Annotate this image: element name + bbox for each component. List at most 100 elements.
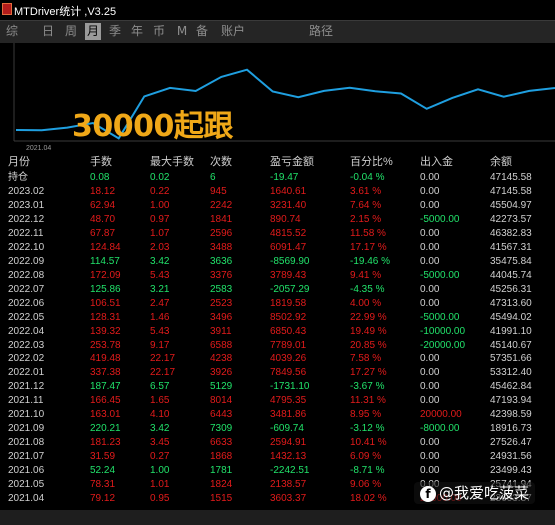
table-row[interactable]: 2022.11 67.87 1.07 2596 4815.52 11.58 % 0.00 46… xyxy=(0,227,555,240)
cell-bal: 35475.84 xyxy=(490,255,532,267)
cell-month: 2021.05 xyxy=(8,479,45,491)
table-row[interactable]: 2022.04 139.32 5.43 3911 6850.43 19.49 % -1000… xyxy=(0,325,555,338)
cell-pct: 22.99 % xyxy=(350,311,387,323)
cell-max: 5.43 xyxy=(150,325,170,337)
cell-hands: 181.23 xyxy=(90,437,121,449)
table-row[interactable]: 2022.02 419.48 22.17 4238 4039.26 7.58 % 0.00 5… xyxy=(0,352,555,365)
cell-hands: 52.24 xyxy=(90,465,116,477)
cell-bal: 45504.97 xyxy=(490,199,532,211)
tab-5[interactable]: 年 xyxy=(129,23,145,40)
cell-month: 2021.11 xyxy=(8,395,44,407)
table-row[interactable]: 2022.07 125.86 3.21 2583 -2057.29 -4.35 % 0.00… xyxy=(0,283,555,296)
tab-0[interactable]: 综 xyxy=(4,23,20,40)
table-row[interactable]: 2021.07 31.59 0.27 1868 1432.13 6.09 % 0.00 249… xyxy=(0,450,555,463)
header-pnl[interactable]: 盈亏金额 xyxy=(270,155,314,170)
cell-bal: 44045.74 xyxy=(490,269,532,281)
cell-times: 945 xyxy=(210,185,227,197)
header-bal[interactable]: 余额 xyxy=(490,155,512,170)
table-row[interactable]: 2023.01 62.94 1.00 2242 3231.40 7.64 % 0.00 455… xyxy=(0,199,555,212)
total-row-background xyxy=(0,510,555,525)
tab-7[interactable]: M xyxy=(174,23,190,40)
table-row[interactable]: 2023.02 18.12 0.22 945 1640.61 3.61 % 0.00 4714… xyxy=(0,185,555,198)
cell-pnl: -2057.29 xyxy=(270,283,310,295)
cell-bal: 23499.43 xyxy=(490,465,532,477)
table-row[interactable]: 2022.10 124.84 2.03 3488 6091.47 17.17 % 0.00 4… xyxy=(0,241,555,254)
tab-9[interactable]: 账户 xyxy=(219,23,247,40)
cell-pct: 20.85 % xyxy=(350,339,387,351)
header-hands[interactable]: 手数 xyxy=(90,155,112,170)
header-month[interactable]: 月份 xyxy=(8,155,30,170)
cell-pnl: 4815.52 xyxy=(270,227,307,239)
cell-pnl: -609.74 xyxy=(270,423,304,435)
cell-pct: 19.49 % xyxy=(350,325,387,337)
table-row[interactable]: 2021.06 52.24 1.00 1781 -2242.51 -8.71 % 0.00 2… xyxy=(0,464,555,477)
cell-hands: 172.09 xyxy=(90,269,121,281)
table-row[interactable]: 2022.03 253.78 9.17 6588 7789.01 20.85 % -2000… xyxy=(0,339,555,352)
cell-max: 22.17 xyxy=(150,353,176,365)
cell-pct: 6.09 % xyxy=(350,451,382,463)
tab-1[interactable]: 日 xyxy=(40,23,56,40)
cell-io: 0.00 xyxy=(420,185,440,197)
header-max[interactable]: 最大手数 xyxy=(150,155,194,170)
cell-pct: 9.06 % xyxy=(350,479,382,491)
cell-pnl: 7849.56 xyxy=(270,367,307,379)
cell-pnl: 4795.35 xyxy=(270,395,307,407)
cell-bal: 53312.40 xyxy=(490,367,532,379)
cell-max: 22.17 xyxy=(150,367,176,379)
tab-6[interactable]: 币 xyxy=(151,23,167,40)
table-row[interactable]: 2021.11 166.45 1.65 8014 4795.35 11.31 % 0.00 4… xyxy=(0,394,555,407)
table-row[interactable]: 2022.06 106.51 2.47 2523 1819.58 4.00 % 0.00 47… xyxy=(0,297,555,310)
tab-10[interactable]: 路径 xyxy=(307,23,335,40)
tab-8[interactable]: 备 xyxy=(194,23,210,40)
cell-pnl: 7789.01 xyxy=(270,339,307,351)
cell-month: 2022.02 xyxy=(8,353,45,365)
cell-pnl: 3231.40 xyxy=(270,199,307,211)
cell-hands: 124.84 xyxy=(90,241,121,253)
cell-pnl: 1640.61 xyxy=(270,185,307,197)
cell-month: 2022.01 xyxy=(8,367,45,379)
header-times[interactable]: 次数 xyxy=(210,155,232,170)
cell-month: 2021.10 xyxy=(8,409,45,421)
cell-hands: 0.08 xyxy=(90,172,110,183)
cell-io: -20000.00 xyxy=(420,339,466,351)
table-row[interactable]: 2022.09 114.57 3.42 3636 -8569.90 -19.46 % 0.0… xyxy=(0,255,555,268)
table-row[interactable]: 2021.12 187.47 6.57 5129 -1731.10 -3.67 % 0.00… xyxy=(0,380,555,393)
cell-month: 2023.01 xyxy=(8,199,45,211)
cell-io: 0.00 xyxy=(420,465,440,477)
cell-io: 0.00 xyxy=(420,297,440,309)
header-pct[interactable]: 百分比% xyxy=(350,155,393,170)
cell-times: 8014 xyxy=(210,395,233,407)
watermark-logo-icon: f xyxy=(420,485,436,502)
cell-bal: 47313.60 xyxy=(490,297,532,309)
table-row[interactable]: 2022.01 337.38 22.17 3926 7849.56 17.27 % 0.00… xyxy=(0,366,555,379)
cell-times: 6443 xyxy=(210,409,233,421)
tab-4[interactable]: 季 xyxy=(107,23,123,40)
equity-chart: 2021.04 30000起跟 xyxy=(0,43,555,153)
tab-2[interactable]: 周 xyxy=(63,23,79,40)
cell-max: 1.46 xyxy=(150,311,170,323)
cell-month: 2023.02 xyxy=(8,185,45,197)
header-io[interactable]: 出入金 xyxy=(420,155,453,170)
cell-io: 0.00 xyxy=(420,437,440,449)
cell-bal: 41991.10 xyxy=(490,325,532,337)
cell-bal: 45462.84 xyxy=(490,381,532,393)
cell-pnl: 1432.13 xyxy=(270,451,307,463)
table-row[interactable]: 持仓 0.08 0.02 6 -19.47 -0.04 % 0.00 47145.58 xyxy=(0,171,555,184)
table-row[interactable]: 2021.09 220.21 3.42 7309 -609.74 -3.12 % -8000… xyxy=(0,422,555,435)
table-row[interactable]: 2021.08 181.23 3.45 6633 2594.91 10.41 % 0.00 2… xyxy=(0,436,555,449)
tab-3[interactable]: 月 xyxy=(85,23,101,40)
cell-hands: 114.57 xyxy=(90,255,120,267)
cell-times: 1841 xyxy=(210,213,233,225)
cell-pnl: 3789.43 xyxy=(270,269,307,281)
table-row[interactable]: 2022.08 172.09 5.43 3376 3789.43 9.41 % -5000.… xyxy=(0,269,555,282)
table-row[interactable]: 2021.10 163.01 4.10 6443 3481.86 8.95 % 20000.… xyxy=(0,408,555,421)
cell-pnl: -19.47 xyxy=(270,172,299,183)
table-row[interactable]: 2022.05 128.31 1.46 3496 8502.92 22.99 % -5000… xyxy=(0,311,555,324)
cell-times: 1824 xyxy=(210,479,233,491)
cell-bal: 27526.47 xyxy=(490,437,532,449)
cell-bal: 41567.31 xyxy=(490,241,532,253)
table-row[interactable]: 2022.12 48.70 0.97 1841 890.74 2.15 % -5000.00… xyxy=(0,213,555,226)
cell-max: 1.65 xyxy=(150,395,170,407)
cell-pct: 4.00 % xyxy=(350,297,382,309)
cell-month: 2021.04 xyxy=(8,493,45,505)
